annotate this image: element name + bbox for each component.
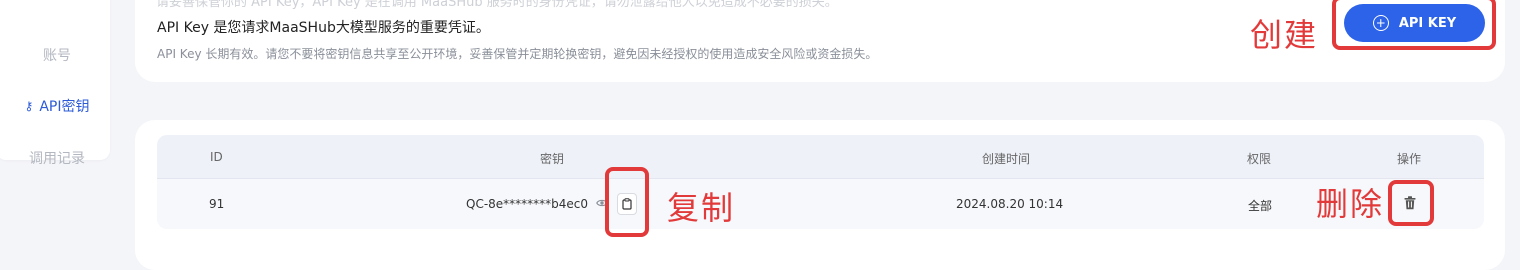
annotation-copy-label: 复制: [667, 189, 736, 227]
table-header: [157, 135, 1484, 178]
cell-key: QC-8e********b4ec0: [466, 197, 589, 211]
sidebar-item-api-keys[interactable]: ⚷ API密钥: [0, 96, 114, 116]
info-subtitle: API Key 长期有效。请您不要将密钥信息共享至公开环境，妥善保管并定期轮换密…: [157, 47, 878, 61]
table-row: [157, 178, 1484, 229]
sidebar-item-label: 账号: [43, 48, 71, 64]
annotation-delete-label: 删除: [1316, 185, 1385, 223]
key-icon: ⚷: [24, 99, 34, 113]
column-header-key: 密钥: [540, 152, 565, 166]
column-header-created: 创建时间: [982, 152, 1031, 166]
cell-created: 2024.08.20 10:14: [956, 197, 1064, 211]
info-title: API Key 是您请求MaaSHub大模型服务的重要凭证。: [157, 20, 490, 36]
annotation-create-label: 创建: [1250, 16, 1319, 54]
info-partial-line: 请妥善保管你的 API Key，API Key 是在调用 MaaSHub 服务时…: [156, 0, 838, 10]
sidebar-item-usage-logs[interactable]: 调用记录: [0, 148, 114, 168]
cell-permission: 全部: [1248, 199, 1273, 213]
sidebar-item-label: API密钥: [39, 99, 90, 115]
sidebar: [0, 0, 110, 160]
sidebar-item-account[interactable]: 账号: [0, 45, 114, 65]
column-header-permission: 权限: [1247, 152, 1272, 166]
annotation-box-create: [1332, 0, 1496, 50]
annotation-box-copy: [605, 167, 649, 237]
cell-id: 91: [209, 197, 225, 211]
column-header-id: ID: [210, 150, 223, 164]
sidebar-item-label: 调用记录: [29, 151, 85, 167]
column-header-actions: 操作: [1397, 152, 1422, 166]
annotation-box-delete: [1388, 180, 1434, 226]
